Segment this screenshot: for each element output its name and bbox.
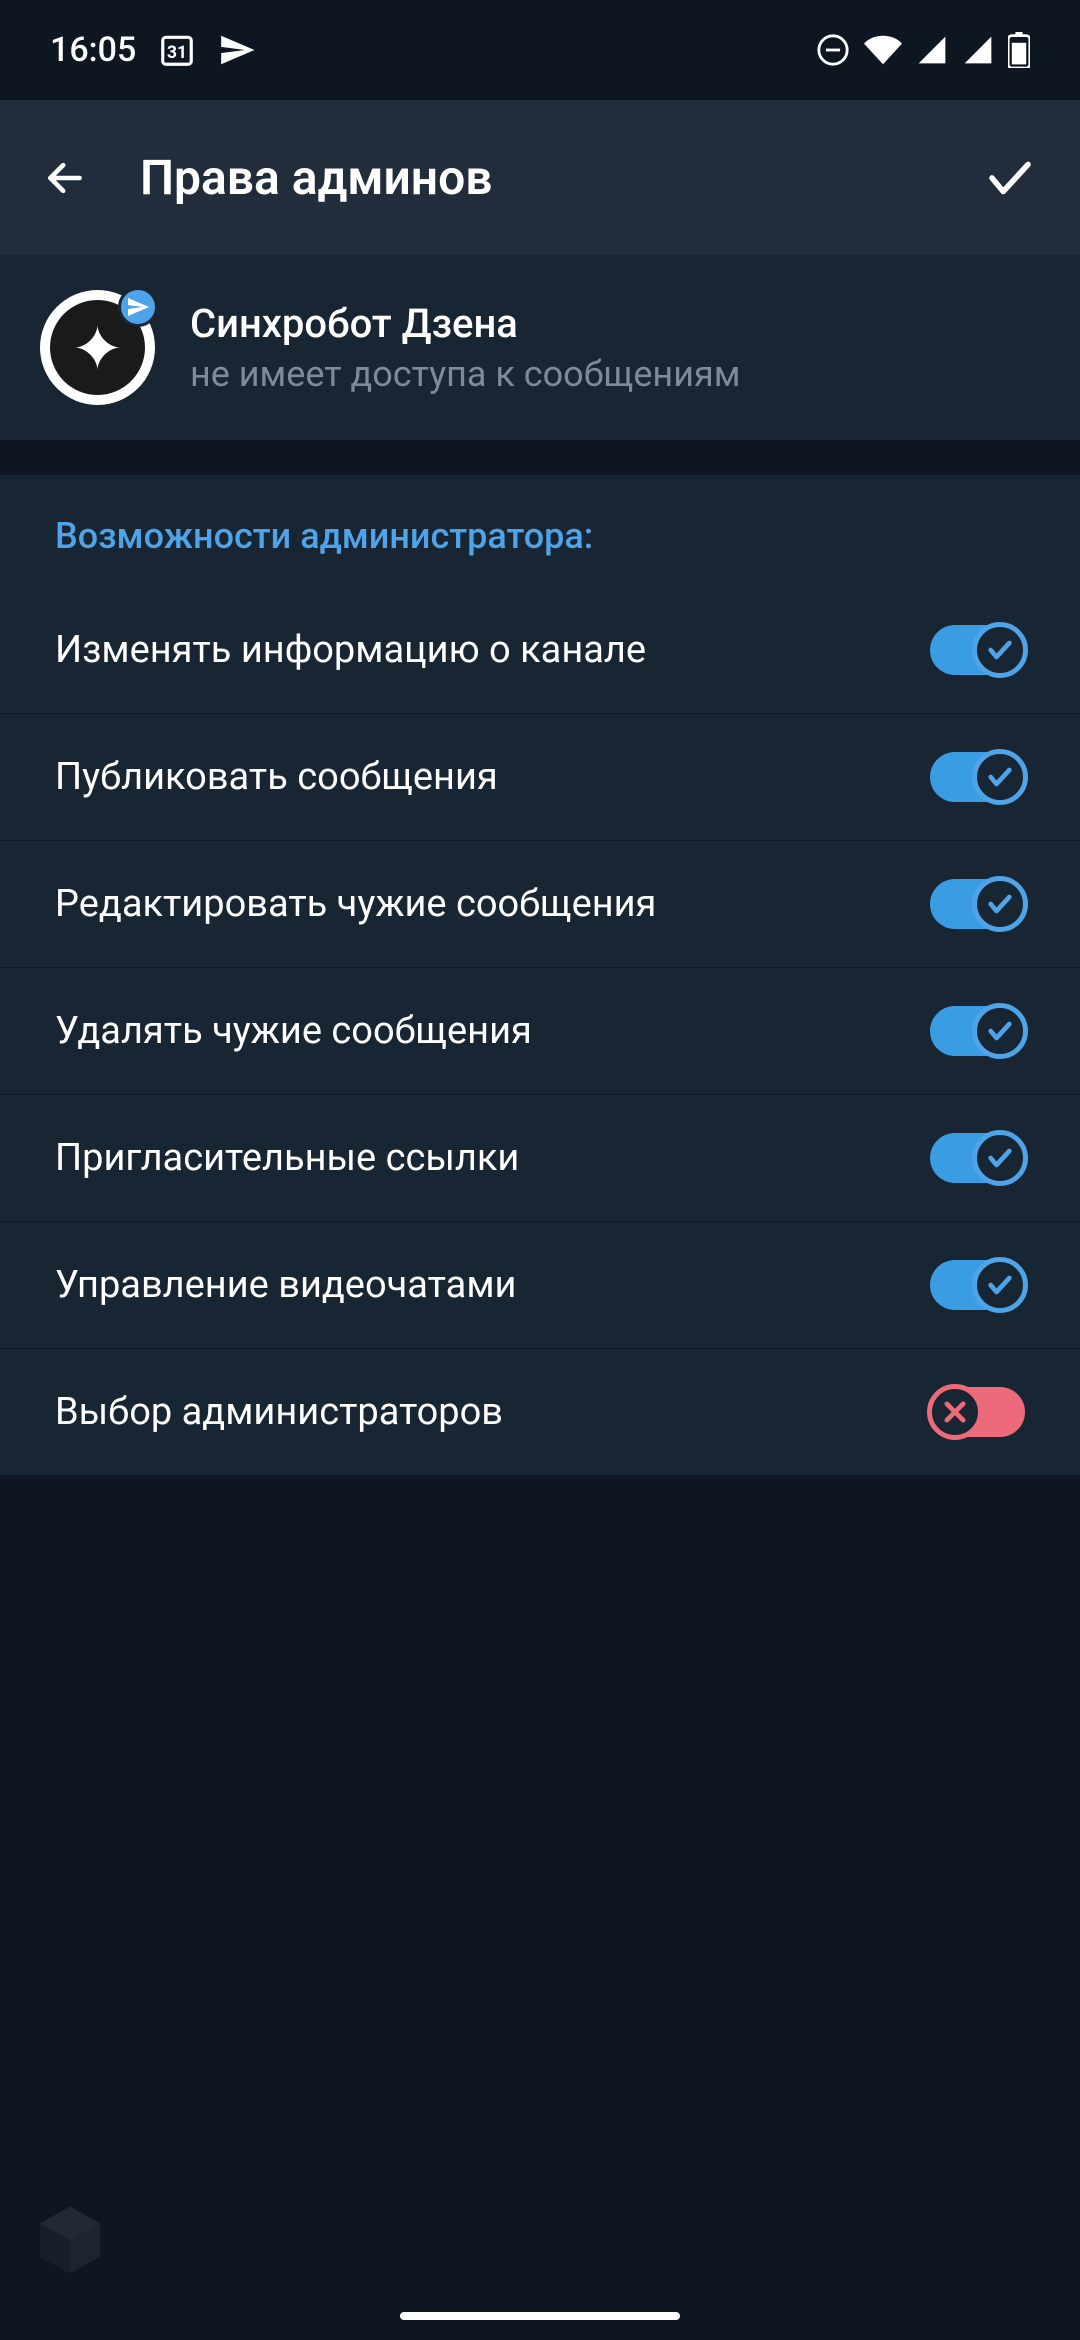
permission-toggle[interactable] — [930, 752, 1025, 802]
profile-name: Синхробот Дзена — [190, 300, 740, 347]
top-bar: Права админов — [0, 100, 1080, 255]
dnd-icon — [816, 33, 850, 67]
signal-icon-1 — [916, 34, 948, 66]
permission-row[interactable]: Публиковать сообщения — [0, 714, 1080, 841]
check-icon — [972, 1130, 1028, 1186]
status-left: 16:05 31 — [50, 30, 256, 70]
permissions-section: Возможности администратора: Изменять инф… — [0, 475, 1080, 1475]
permission-row[interactable]: Выбор администраторов — [0, 1349, 1080, 1475]
permission-toggle[interactable] — [930, 1260, 1025, 1310]
verified-badge-icon — [118, 287, 158, 327]
permission-toggle[interactable] — [930, 625, 1025, 675]
check-icon — [972, 1003, 1028, 1059]
permission-label: Публиковать сообщения — [55, 755, 498, 799]
back-button[interactable] — [40, 153, 90, 203]
signal-icon-2 — [962, 34, 994, 66]
profile-info: Синхробот Дзена не имеет доступа к сообщ… — [190, 300, 740, 395]
x-icon — [927, 1384, 983, 1440]
cube-decoration-icon — [30, 2200, 110, 2280]
spacer — [0, 440, 1080, 475]
permission-row[interactable]: Изменять информацию о канале — [0, 587, 1080, 714]
permission-label: Пригласительные ссылки — [55, 1136, 519, 1180]
avatar — [40, 290, 155, 405]
permission-toggle[interactable] — [930, 1006, 1025, 1056]
calendar-icon: 31 — [158, 31, 196, 69]
nav-indicator[interactable] — [400, 2312, 680, 2320]
permission-row[interactable]: Управление видеочатами — [0, 1222, 1080, 1349]
permission-row[interactable]: Удалять чужие сообщения — [0, 968, 1080, 1095]
permission-label: Удалять чужие сообщения — [55, 1009, 532, 1053]
page-title: Права админов — [140, 149, 930, 206]
check-icon — [972, 622, 1028, 678]
permission-toggle[interactable] — [930, 879, 1025, 929]
permission-label: Редактировать чужие сообщения — [55, 882, 656, 926]
permission-toggle[interactable] — [930, 1133, 1025, 1183]
permission-toggle[interactable] — [930, 1387, 1025, 1437]
status-bar: 16:05 31 — [0, 0, 1080, 100]
confirm-button[interactable] — [980, 148, 1040, 208]
status-right — [816, 31, 1030, 69]
send-icon — [218, 31, 256, 69]
profile-subtitle: не имеет доступа к сообщениям — [190, 353, 740, 395]
status-time: 16:05 — [50, 30, 136, 70]
permission-label: Выбор администраторов — [55, 1390, 503, 1434]
profile-card[interactable]: Синхробот Дзена не имеет доступа к сообщ… — [0, 255, 1080, 440]
permission-label: Управление видеочатами — [55, 1263, 516, 1307]
check-icon — [972, 749, 1028, 805]
battery-icon — [1008, 32, 1030, 68]
permissions-list: Изменять информацию о канале Публиковать … — [0, 587, 1080, 1475]
wifi-icon — [864, 31, 902, 69]
svg-text:31: 31 — [167, 43, 187, 63]
permission-row[interactable]: Редактировать чужие сообщения — [0, 841, 1080, 968]
permission-row[interactable]: Пригласительные ссылки — [0, 1095, 1080, 1222]
permission-label: Изменять информацию о канале — [55, 628, 646, 672]
check-icon — [972, 876, 1028, 932]
check-icon — [972, 1257, 1028, 1313]
section-header: Возможности администратора: — [0, 475, 1080, 587]
